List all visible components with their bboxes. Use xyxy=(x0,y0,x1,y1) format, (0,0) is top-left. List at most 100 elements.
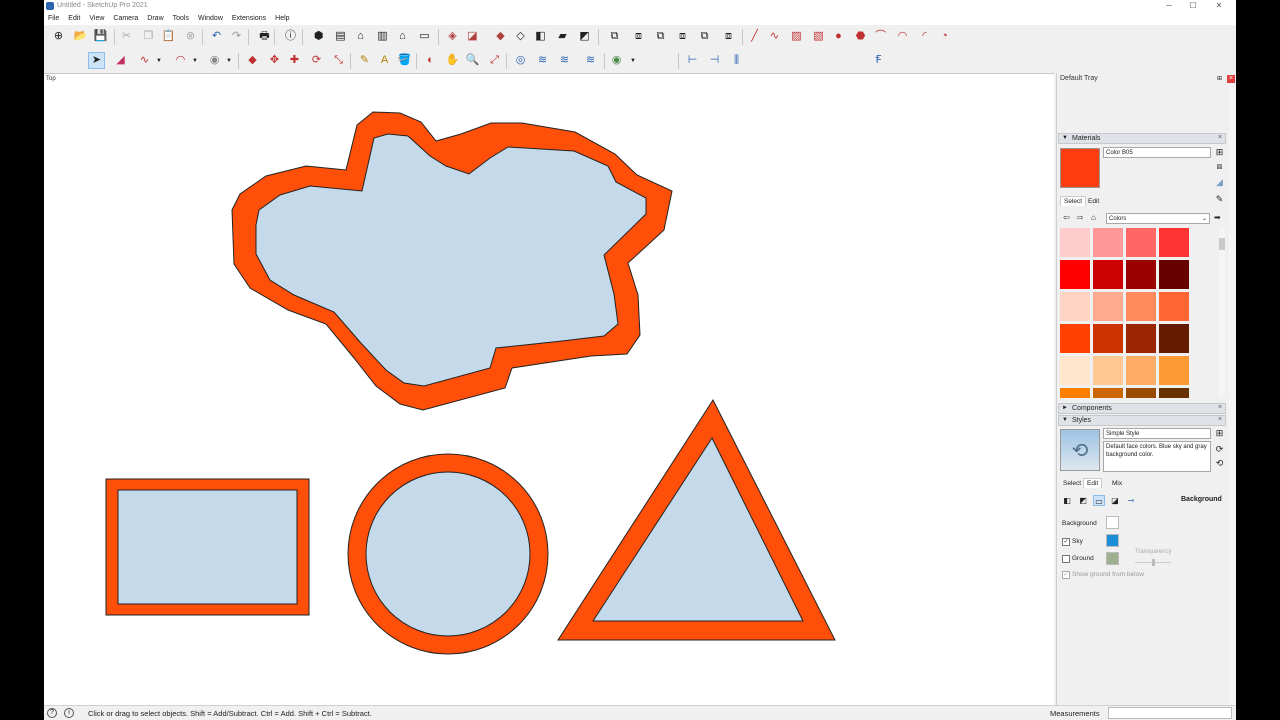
solid-tools-icon[interactable]: ⊢ xyxy=(684,52,701,69)
panel-close-icon[interactable]: × xyxy=(1218,404,1222,411)
left-view-icon[interactable]: ▭ xyxy=(416,28,433,45)
push-pull-icon[interactable]: ◆ xyxy=(244,52,261,69)
erase-icon[interactable]: ⊗ xyxy=(182,28,199,45)
move-icon[interactable]: ✥ xyxy=(266,52,283,69)
material-swatch[interactable] xyxy=(1060,356,1090,385)
material-name-field[interactable]: Color B05 xyxy=(1103,147,1211,158)
three-point-arc-icon[interactable]: ◜ xyxy=(916,28,933,45)
material-swatch[interactable] xyxy=(1159,324,1189,353)
background-settings-icon[interactable]: ▭ xyxy=(1093,495,1105,506)
close-button[interactable]: ✕ xyxy=(1210,1,1228,12)
model-canvas[interactable] xyxy=(44,74,1054,706)
tab-styles-mix[interactable]: Mix xyxy=(1109,479,1125,489)
redo-icon[interactable]: ↷ xyxy=(228,28,245,45)
material-swatch[interactable] xyxy=(1093,324,1123,353)
location-icon[interactable]: ◉ xyxy=(608,52,625,69)
location-dropdown-icon[interactable]: ▼ xyxy=(630,58,636,64)
show-ground-checkbox[interactable]: ✓ xyxy=(1062,571,1070,579)
drawing-viewport[interactable]: Top xyxy=(44,73,1054,705)
scale-icon[interactable]: ⤡ xyxy=(330,52,347,69)
circle-dropdown-icon[interactable]: ▼ xyxy=(226,58,232,64)
circle-tool-icon[interactable]: ● xyxy=(830,28,847,45)
material-swatch[interactable] xyxy=(1093,228,1123,257)
back-icon[interactable]: ⇦ xyxy=(1063,213,1070,223)
select-tool-icon[interactable]: ➤ xyxy=(88,52,105,69)
extension-manager-icon[interactable]: ⧈ xyxy=(720,28,737,45)
home-icon[interactable]: ⌂ xyxy=(1091,213,1096,223)
eraser-tool-icon[interactable]: ◢ xyxy=(112,52,129,69)
material-swatch[interactable] xyxy=(1060,228,1090,257)
material-swatch[interactable] xyxy=(1126,388,1156,398)
line-tool-icon[interactable]: ╱ xyxy=(746,28,763,45)
menu-draw[interactable]: Draw xyxy=(147,13,163,25)
sky-color-swatch[interactable] xyxy=(1106,534,1119,547)
swatch-scroll-thumb[interactable] xyxy=(1219,238,1225,250)
section-plane-icon[interactable]: ◐ xyxy=(422,52,439,69)
default-material-icon[interactable]: ◢ xyxy=(1214,177,1225,188)
hidden-line-style-icon[interactable]: ◇ xyxy=(512,28,529,45)
tray-close-icon[interactable]: × xyxy=(1227,75,1235,83)
swatch-scrollbar[interactable] xyxy=(1219,228,1225,398)
polygon-tool-icon[interactable]: ⬣ xyxy=(852,28,869,45)
rectangle-tool-icon[interactable]: ▨ xyxy=(788,28,805,45)
model-info-icon[interactable]: ⓘ xyxy=(282,28,299,45)
pan-icon[interactable]: ✋ xyxy=(444,52,461,69)
front-view-icon[interactable]: ⌂ xyxy=(352,28,369,45)
create-material-icon[interactable]: ⊞ xyxy=(1214,147,1225,158)
ground-checkbox[interactable] xyxy=(1062,555,1070,563)
freehand-dropdown-icon[interactable]: ▼ xyxy=(156,58,162,64)
paste-icon[interactable]: 📋 xyxy=(160,28,177,45)
pie-tool-icon[interactable]: ◔ xyxy=(936,28,953,45)
minimize-button[interactable]: ─ xyxy=(1160,1,1178,12)
material-library-select[interactable]: Colors ⌄ xyxy=(1106,213,1210,224)
material-swatch[interactable] xyxy=(1093,292,1123,321)
share-model-icon[interactable]: ⧉ xyxy=(652,28,669,45)
copy-icon[interactable]: ❐ xyxy=(140,28,157,45)
tray-scrollbar[interactable] xyxy=(1229,87,1236,707)
watermark-settings-icon[interactable]: ◪ xyxy=(1109,495,1121,506)
material-swatch[interactable] xyxy=(1126,292,1156,321)
cut-icon[interactable]: ✂ xyxy=(118,28,135,45)
material-swatch[interactable] xyxy=(1159,228,1189,257)
back-edges-style-icon[interactable]: ◪ xyxy=(464,28,481,45)
ground-color-swatch[interactable] xyxy=(1106,552,1119,565)
material-swatch[interactable] xyxy=(1126,228,1156,257)
style-refresh-icon[interactable]: ⟲ xyxy=(1214,458,1225,469)
material-swatch[interactable] xyxy=(1159,356,1189,385)
forward-icon[interactable]: ⇨ xyxy=(1077,213,1084,223)
styles-panel-header[interactable]: ▼ Styles × xyxy=(1058,415,1226,426)
freehand-icon[interactable]: ∿ xyxy=(136,52,153,69)
tape-measure-icon[interactable]: ✎ xyxy=(356,52,373,69)
material-swatch[interactable] xyxy=(1126,260,1156,289)
open-file-icon[interactable]: 📂 xyxy=(72,28,89,45)
material-swatch[interactable] xyxy=(1159,260,1189,289)
extension-tool-icon[interactable]: Ꞙ xyxy=(870,52,887,69)
stamp-icon[interactable]: ≋ xyxy=(556,52,573,69)
zoom-icon[interactable]: 🔍 xyxy=(464,52,481,69)
sandbox-icon[interactable]: ≋ xyxy=(534,52,551,69)
material-swatch[interactable] xyxy=(1060,324,1090,353)
material-swatch[interactable] xyxy=(1159,388,1189,398)
iso-view-icon[interactable]: ⬢ xyxy=(310,28,327,45)
menu-edit[interactable]: Edit xyxy=(68,13,80,25)
material-swatch[interactable] xyxy=(1126,356,1156,385)
background-color-swatch[interactable] xyxy=(1106,516,1119,529)
pin-icon[interactable]: ⊞ xyxy=(1217,75,1222,82)
sky-checkbox[interactable]: ✓ xyxy=(1062,538,1070,546)
undo-icon[interactable]: ↶ xyxy=(208,28,225,45)
paint-bucket-icon[interactable]: 🪣 xyxy=(396,52,413,69)
details-arrow-icon[interactable]: ➡ xyxy=(1214,213,1221,223)
material-swatch[interactable] xyxy=(1060,292,1090,321)
material-swatch[interactable] xyxy=(1060,260,1090,289)
back-view-icon[interactable]: ⌂ xyxy=(394,28,411,45)
style-thumbnail[interactable]: ⟲ xyxy=(1060,429,1100,471)
material-swatch[interactable] xyxy=(1060,388,1090,398)
maximize-button[interactable]: ☐ xyxy=(1184,1,1202,12)
menu-view[interactable]: View xyxy=(89,13,104,25)
warehouse-icon[interactable]: ⧈ xyxy=(630,28,647,45)
top-view-icon[interactable]: ▤ xyxy=(332,28,349,45)
panel-close-icon[interactable]: × xyxy=(1218,134,1222,141)
arc-icon[interactable]: ◠ xyxy=(172,52,189,69)
create-style-icon[interactable]: ⊞ xyxy=(1214,428,1225,439)
intersect-icon[interactable]: ⫼ xyxy=(728,52,745,69)
